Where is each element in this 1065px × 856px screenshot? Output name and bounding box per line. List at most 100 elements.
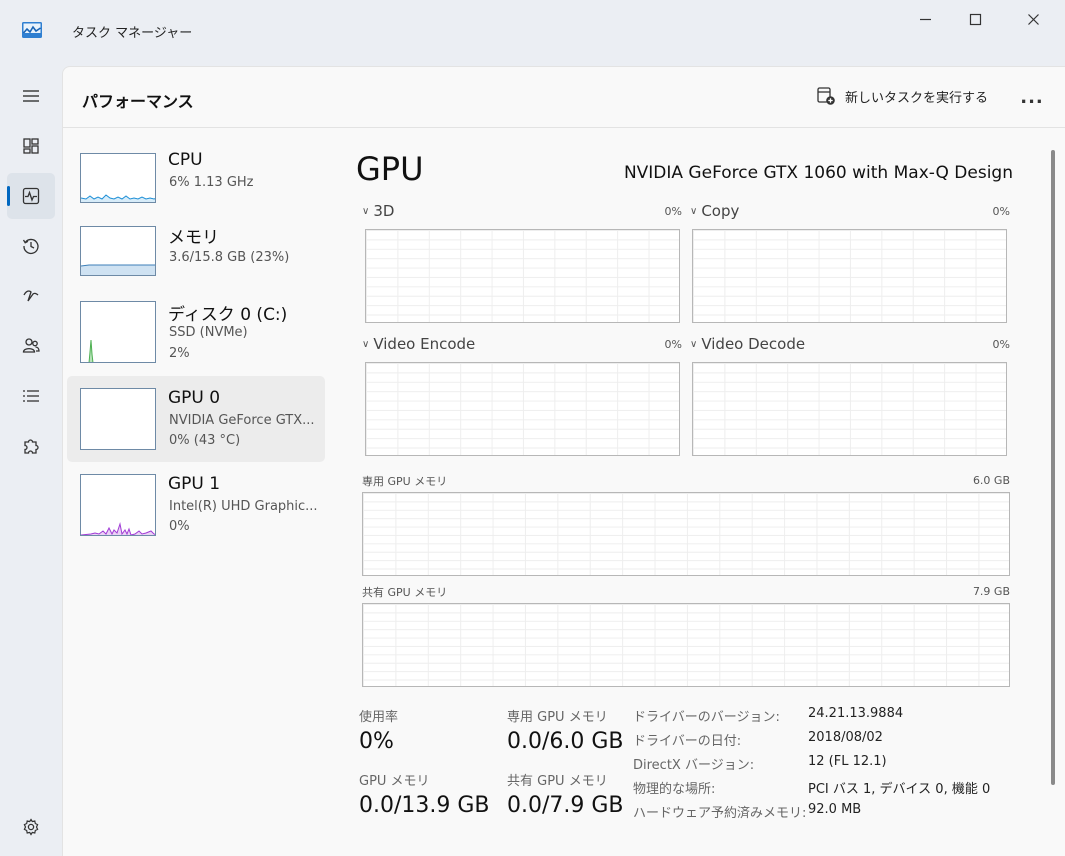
minimize-icon xyxy=(919,18,931,20)
gpu-memory-label: GPU メモリ xyxy=(359,774,430,789)
property-value: PCI バス 1, デバイス 0, 機能 0 xyxy=(808,782,991,797)
more-options-icon: ... xyxy=(1020,86,1044,108)
run-new-task-label: 新しいタスクを実行する xyxy=(845,90,989,106)
more-options-button[interactable]: ... xyxy=(1015,84,1049,110)
dedicated-stat-label: 専用 GPU メモリ xyxy=(507,710,608,725)
page-header: パフォーマンス 新しいタスクを実行する ... xyxy=(62,66,1065,128)
chevron-down-icon: ∨ xyxy=(362,338,370,350)
rail-active-indicator xyxy=(7,186,10,206)
engine-3d-percent: 0% xyxy=(664,205,682,218)
gpu-model-name: NVIDIA GeForce GTX 1060 with Max-Q Desig… xyxy=(623,163,1013,183)
chevron-down-icon: ∨ xyxy=(362,205,370,217)
rail-performance-button[interactable] xyxy=(18,183,44,209)
device-usage: 2% xyxy=(169,346,190,361)
shared-memory-graph xyxy=(362,603,1010,687)
rail-settings-button[interactable] xyxy=(18,814,44,840)
memory-thumbnail-graph xyxy=(80,226,156,276)
dedicated-memory-graph xyxy=(362,492,1010,576)
engine-3d-graph xyxy=(365,229,680,323)
minimize-button[interactable] xyxy=(900,4,950,34)
rail-startup-button[interactable] xyxy=(18,283,44,309)
device-item-disk-0[interactable]: ディスク 0 (C:) SSD (NVMe) 2% xyxy=(67,287,325,373)
hamburger-menu-button[interactable] xyxy=(18,83,44,109)
device-name: GPU 1 xyxy=(168,474,221,494)
cpu-thumbnail-graph xyxy=(80,153,156,203)
gpu0-thumbnail-graph xyxy=(80,388,156,450)
usage-value: 0% xyxy=(359,729,394,754)
window-title: タスク マネージャー xyxy=(72,26,193,41)
page-title: パフォーマンス xyxy=(82,92,194,111)
rail-users-button[interactable] xyxy=(18,333,44,359)
engine-video-decode-percent: 0% xyxy=(992,338,1010,351)
engine-copy-percent: 0% xyxy=(992,205,1010,218)
device-detail: NVIDIA GeForce GTX... xyxy=(169,413,315,428)
rail-app-history-button[interactable] xyxy=(18,233,44,259)
property-key: ハードウェア予約済みメモリ: xyxy=(633,806,807,821)
device-name: GPU 0 xyxy=(168,388,221,408)
gpu1-thumbnail-graph xyxy=(80,474,156,536)
engine-copy-selector[interactable]: ∨ Copy xyxy=(690,202,739,220)
property-value: 24.21.13.9884 xyxy=(808,706,904,721)
gpu-memory-value: 0.0/13.9 GB xyxy=(359,793,490,818)
shared-stat-value: 0.0/7.9 GB xyxy=(507,793,624,818)
shared-memory-max: 7.9 GB xyxy=(972,585,1010,598)
dedicated-memory-max: 6.0 GB xyxy=(972,474,1010,487)
maximize-button[interactable] xyxy=(950,4,1000,34)
close-icon xyxy=(1027,13,1039,25)
device-item-gpu-0[interactable]: GPU 0 NVIDIA GeForce GTX... 0% (43 °C) xyxy=(67,376,325,462)
device-detail: Intel(R) UHD Graphic... xyxy=(169,499,318,514)
dedicated-memory-label: 専用 GPU メモリ xyxy=(362,475,448,488)
history-clock-icon xyxy=(22,238,39,255)
maximize-icon xyxy=(969,13,981,25)
hamburger-icon xyxy=(23,90,39,102)
device-usage: 0% xyxy=(169,519,190,534)
property-key: DirectX バージョン: xyxy=(633,758,755,773)
new-task-icon xyxy=(817,87,835,105)
usage-label: 使用率 xyxy=(359,710,399,725)
shared-memory-label: 共有 GPU メモリ xyxy=(362,586,448,599)
device-item-memory[interactable]: メモリ 3.6/15.8 GB (23%) xyxy=(67,212,325,298)
engine-video-decode-graph xyxy=(692,362,1007,456)
startup-speedometer-icon xyxy=(23,290,39,302)
property-value: 12 (FL 12.1) xyxy=(808,754,887,769)
rail-services-button[interactable] xyxy=(18,433,44,459)
details-list-icon xyxy=(23,390,39,402)
gpu-title: GPU xyxy=(356,150,424,188)
property-value: 2018/08/02 xyxy=(808,730,883,745)
engine-name: Video Encode xyxy=(373,335,476,353)
engine-copy-graph xyxy=(692,229,1007,323)
device-name: メモリ xyxy=(168,228,219,248)
task-manager-app-icon xyxy=(22,22,42,38)
property-key: ドライバーのバージョン: xyxy=(633,710,780,725)
engine-name: Video Decode xyxy=(701,335,806,353)
engine-name: Copy xyxy=(701,202,740,220)
property-key: ドライバーの日付: xyxy=(633,734,742,749)
performance-pulse-icon xyxy=(22,187,40,205)
dedicated-stat-value: 0.0/6.0 GB xyxy=(507,729,624,754)
device-usage: 0% (43 °C) xyxy=(169,433,241,448)
shared-stat-label: 共有 GPU メモリ xyxy=(507,774,608,789)
processes-grid-icon xyxy=(23,138,39,154)
device-detail: SSD (NVMe) xyxy=(169,325,248,340)
services-puzzle-icon xyxy=(24,439,39,454)
device-name: CPU xyxy=(168,150,203,170)
engine-name: 3D xyxy=(373,202,395,220)
device-detail: 6% 1.13 GHz xyxy=(169,175,254,190)
disk-thumbnail-graph xyxy=(80,301,156,363)
device-name: ディスク 0 (C:) xyxy=(168,305,288,325)
engine-video-decode-selector[interactable]: ∨ Video Decode xyxy=(690,335,805,353)
run-new-task-button[interactable]: 新しいタスクを実行する xyxy=(816,86,988,106)
rail-processes-button[interactable] xyxy=(18,133,44,159)
engine-3d-selector[interactable]: ∨ 3D xyxy=(362,202,394,220)
close-button[interactable] xyxy=(1008,4,1058,34)
vertical-scrollbar[interactable] xyxy=(1051,150,1055,785)
chevron-down-icon: ∨ xyxy=(690,205,698,217)
users-icon xyxy=(22,338,40,353)
title-bar: タスク マネージャー xyxy=(0,0,1065,64)
rail-details-button[interactable] xyxy=(18,383,44,409)
property-value: 92.0 MB xyxy=(808,802,862,817)
settings-gear-icon xyxy=(23,818,39,836)
property-key: 物理的な場所: xyxy=(633,782,716,797)
engine-video-encode-selector[interactable]: ∨ Video Encode xyxy=(362,335,475,353)
device-item-gpu-1[interactable]: GPU 1 Intel(R) UHD Graphic... 0% xyxy=(67,462,325,548)
